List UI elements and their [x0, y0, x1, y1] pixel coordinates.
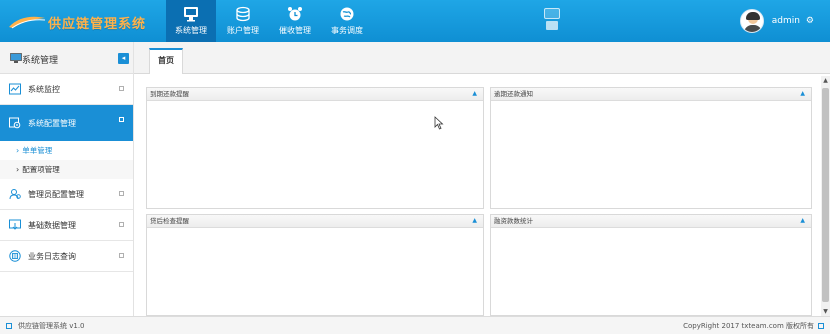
app-logo[interactable]: 供应链管理系统	[8, 9, 158, 33]
scroll-up-icon[interactable]: ▲	[821, 76, 830, 85]
panel-header: 贷后检查提醒 ▲	[147, 215, 483, 228]
nav-account-management[interactable]: 账户管理	[218, 0, 268, 42]
expand-box-icon	[119, 253, 124, 258]
monitor-icon	[184, 7, 198, 22]
footer-copyright: CopyRight 2017 txteam.com 版权所有	[683, 322, 814, 330]
sidebar-item-label: 基础数据管理	[28, 220, 76, 230]
collapse-panel-icon[interactable]: ▲	[472, 88, 477, 100]
panel-due-repayment: 到期还款提醒 ▲	[146, 87, 484, 209]
user-name[interactable]: admin	[772, 16, 800, 26]
tab-home[interactable]: 首页	[149, 48, 183, 74]
footer-left: 供应链管理系统 v1.0	[6, 321, 85, 331]
panel-title: 融资款数统计	[494, 217, 533, 225]
expand-box-icon	[119, 117, 124, 122]
globe-icon	[340, 7, 354, 21]
nav-collection-management[interactable]: 催收管理	[270, 0, 320, 42]
monitor-icon	[10, 53, 22, 63]
nav-label: 催收管理	[279, 26, 311, 35]
nav-label: 系统管理	[175, 26, 207, 35]
mouse-cursor-icon	[434, 116, 444, 130]
chart-icon	[9, 83, 21, 95]
footer: 供应链管理系统 v1.0 CopyRight 2017 txteam.com 版…	[0, 316, 830, 334]
sidebar-item-label: 业务日志查询	[28, 251, 76, 261]
sidebar-title: 系统管理	[22, 56, 59, 66]
chevron-right-icon: ›	[16, 165, 20, 174]
submenu: › 单单管理 › 配置项管理	[0, 141, 133, 179]
nav-label: 账户管理	[227, 26, 259, 35]
panel-header: 到期还款提醒 ▲	[147, 88, 483, 101]
import-icon	[9, 219, 21, 230]
users-icon	[9, 189, 21, 200]
scroll-thumb[interactable]	[822, 88, 829, 302]
sidebar-item-system-config[interactable]: 系统配置管理	[0, 105, 133, 141]
submenu-item-label: 单单管理	[22, 146, 53, 155]
sidebar: 系统管理 ◂ 系统监控 系统配置管理 › 单单管理 › 配置项管理 管理员配置管…	[0, 42, 134, 316]
footer-box-icon	[818, 323, 824, 329]
config-icon	[9, 117, 21, 129]
expand-box-icon	[119, 191, 124, 196]
app-title: 供应链管理系统	[48, 17, 147, 32]
screen-icon	[546, 21, 558, 30]
sidebar-header: 系统管理 ◂	[0, 42, 133, 74]
submenu-item-label: 配置项管理	[22, 165, 60, 174]
collapse-panel-icon[interactable]: ▲	[800, 88, 805, 100]
expand-box-icon	[119, 86, 124, 91]
panel-title: 逾期还款通知	[494, 90, 533, 98]
sidebar-item-base-data[interactable]: 基础数据管理	[0, 210, 133, 241]
coins-icon	[236, 6, 250, 22]
chevron-right-icon: ›	[16, 146, 20, 155]
submenu-item-order-management[interactable]: › 单单管理	[0, 141, 133, 160]
panel-title: 贷后检查提醒	[150, 217, 189, 225]
submenu-item-config-items[interactable]: › 配置项管理	[0, 160, 133, 179]
user-settings-icon[interactable]: ⚙	[806, 16, 814, 26]
collapse-panel-icon[interactable]: ▲	[472, 215, 477, 227]
logo-swoosh-icon	[9, 16, 46, 29]
sidebar-item-label: 管理员配置管理	[28, 189, 84, 199]
panel-post-loan-check: 贷后检查提醒 ▲	[146, 214, 484, 316]
nav-system-management[interactable]: 系统管理	[166, 0, 216, 42]
tab-bar: 首页	[134, 42, 830, 74]
footer-box-icon	[6, 323, 12, 329]
expand-icon	[544, 8, 560, 19]
footer-right: CopyRight 2017 txteam.com 版权所有	[683, 321, 824, 331]
sidebar-item-label: 系统配置管理	[28, 118, 76, 128]
panel-financing-stats: 融资款数统计 ▲	[490, 214, 812, 316]
top-nav: 系统管理 账户管理 催收管理 事务调度	[166, 0, 374, 42]
sidebar-item-label: 系统监控	[28, 84, 60, 94]
avatar[interactable]	[739, 9, 764, 33]
panel-header: 逾期还款通知 ▲	[491, 88, 811, 101]
fullscreen-toggle[interactable]	[543, 8, 561, 34]
nav-task-scheduling[interactable]: 事务调度	[322, 0, 372, 42]
log-icon	[9, 250, 21, 262]
panel-overdue-notice: 逾期还款通知 ▲	[490, 87, 812, 209]
collapse-sidebar-button[interactable]: ◂	[118, 53, 129, 64]
collapse-panel-icon[interactable]: ▲	[800, 215, 805, 227]
footer-app-version: 供应链管理系统 v1.0	[18, 322, 85, 330]
expand-box-icon	[119, 222, 124, 227]
sidebar-item-business-log[interactable]: 业务日志查询	[0, 241, 133, 272]
alarm-clock-icon	[288, 7, 302, 21]
panel-header: 融资款数统计 ▲	[491, 215, 811, 228]
scroll-down-icon[interactable]: ▼	[821, 307, 830, 316]
vertical-scrollbar[interactable]: ▲ ▼	[821, 76, 830, 316]
top-header: 供应链管理系统 系统管理 账户管理 催收管理 事务调度 admin ⚙	[0, 0, 830, 42]
sidebar-item-admin-config[interactable]: 管理员配置管理	[0, 179, 133, 210]
nav-label: 事务调度	[331, 26, 363, 35]
sidebar-item-system-monitor[interactable]: 系统监控	[0, 74, 133, 105]
panel-title: 到期还款提醒	[150, 90, 189, 98]
user-menu[interactable]: admin ⚙	[739, 9, 814, 33]
